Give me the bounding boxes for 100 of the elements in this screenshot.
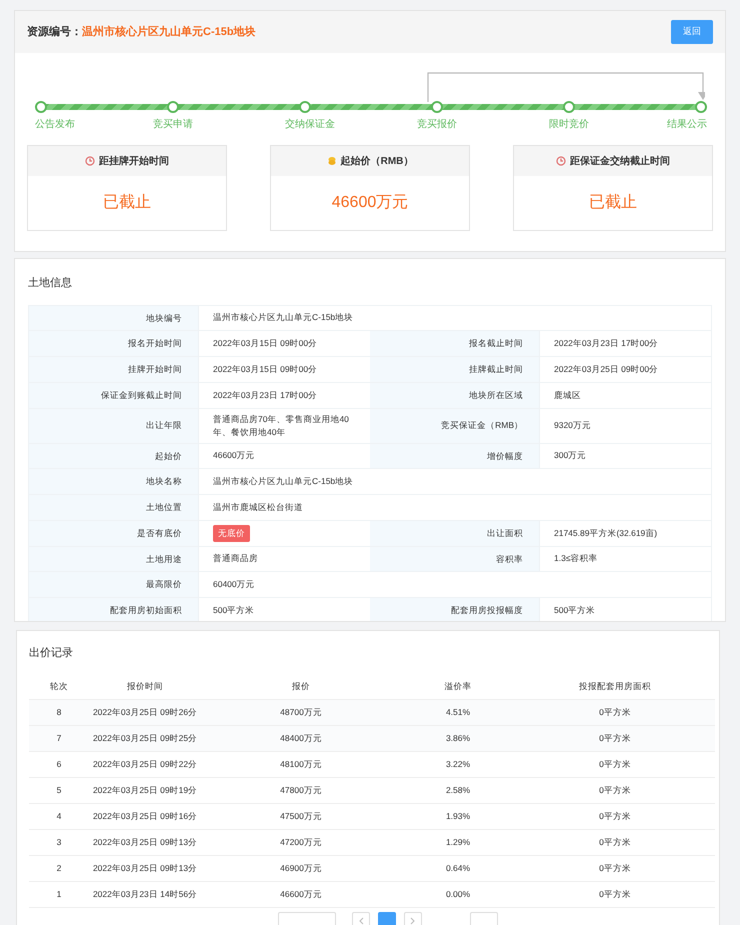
table-cell: 0.64%	[401, 856, 515, 882]
table-cell: 47500万元	[201, 804, 401, 830]
table-cell: 47200万元	[201, 830, 401, 856]
table-cell: 3	[29, 830, 89, 856]
field-label: 地块名称	[29, 469, 199, 494]
column-header: 报价时间	[89, 674, 201, 700]
field-label: 保证金到账截止时间	[29, 382, 199, 408]
field-value: 鹿城区	[554, 388, 581, 402]
table-cell: 7	[29, 726, 89, 752]
table-cell: 1.29%	[401, 830, 515, 856]
next-page-button[interactable]	[404, 912, 422, 925]
column-header: 报价	[201, 674, 401, 700]
table-cell: 48100万元	[201, 752, 401, 778]
page-input-field[interactable]	[470, 912, 498, 925]
field-label: 配套用房初始面积	[29, 598, 199, 621]
table-cell: 0.00%	[401, 882, 515, 908]
table-cell: 2022年03月25日 09时22分	[89, 752, 201, 778]
step-label: 交纳保证金	[285, 118, 335, 132]
table-cell: 0平方米	[515, 752, 715, 778]
field-value: 温州市核心片区九山单元C-15b地块	[213, 475, 354, 488]
step-label: 结果公示	[667, 118, 707, 132]
field-label: 容积率	[370, 546, 540, 572]
field-value: 普通商品房	[213, 552, 258, 566]
field-label: 出让年限	[29, 408, 199, 442]
table-cell: 4.51%	[401, 700, 515, 726]
field-value: 2022年03月25日 09时00分	[554, 362, 658, 376]
table-cell: 0平方米	[515, 856, 715, 882]
field-value: 60400万元	[213, 578, 255, 592]
clock-icon	[556, 156, 566, 166]
card-value: 已截止	[103, 192, 151, 213]
table-cell: 2022年03月25日 09时19分	[89, 778, 201, 804]
section-title: 出价记录	[29, 646, 74, 661]
table-cell: 48700万元	[201, 700, 401, 726]
field-label: 最高限价	[29, 572, 199, 597]
table-cell: 3.86%	[401, 726, 515, 752]
field-label: 是否有底价	[29, 520, 199, 546]
step-label: 限时竞价	[549, 118, 589, 132]
table-cell: 48400万元	[201, 726, 401, 752]
field-label: 配套用房投报幅度	[370, 598, 540, 621]
card-value: 已截止	[589, 192, 637, 213]
table-cell: 2.58%	[401, 778, 515, 804]
table-cell: 0平方米	[515, 882, 715, 908]
table-cell: 2022年03月25日 09时16分	[89, 804, 201, 830]
field-value: 2022年03月23日 17时00分	[213, 388, 318, 402]
previous-page-button[interactable]	[352, 912, 370, 925]
resource-label: 资源编号：	[27, 24, 82, 40]
field-label: 报名截止时间	[370, 331, 540, 356]
field-label: 地块编号	[29, 306, 199, 330]
table-cell: 0平方米	[515, 726, 715, 752]
step-label: 竞买报价	[417, 118, 457, 132]
field-label: 挂牌开始时间	[29, 357, 199, 382]
no-reserve-badge: 无底价	[213, 524, 250, 542]
resource-value: 温州市核心片区九山单元C-15b地块	[82, 24, 256, 40]
table-cell: 47800万元	[201, 778, 401, 804]
table-cell: 2022年03月23日 14时56分	[89, 882, 201, 908]
field-value: 500平方米	[213, 604, 254, 617]
table-cell: 5	[29, 778, 89, 804]
field-value: 500平方米	[554, 604, 596, 617]
table-cell: 6	[29, 752, 89, 778]
step-label: 公告发布	[35, 118, 75, 132]
card-value: 46600万元	[332, 193, 408, 213]
field-value: 1.3≤容积率	[554, 552, 598, 566]
field-value: 2022年03月23日 17时00分	[554, 337, 658, 350]
table-cell: 0平方米	[515, 830, 715, 856]
field-value: 300万元	[554, 449, 586, 462]
coin-stack-icon	[326, 156, 337, 166]
table-cell: 2022年03月25日 09时13分	[89, 856, 201, 882]
card-title: 起始价（RMB）	[340, 154, 414, 168]
chevron-right-icon	[410, 917, 416, 925]
loop-arrow-icon	[427, 72, 705, 102]
table-cell: 46600万元	[201, 882, 401, 908]
page-size-select[interactable]	[278, 912, 336, 925]
field-value: 普通商品房70年、零售商业用地40年、餐饮用地40年	[213, 412, 350, 438]
table-cell: 0平方米	[515, 804, 715, 830]
column-header: 投报配套用房面积	[515, 674, 715, 700]
section-title: 土地信息	[28, 276, 73, 291]
back-button[interactable]: 返回	[671, 20, 713, 44]
field-value: 温州市核心片区九山单元C-15b地块	[213, 311, 354, 324]
step-label: 竞买申请	[153, 118, 193, 132]
field-label: 挂牌截止时间	[370, 357, 540, 382]
table-cell: 4	[29, 804, 89, 830]
field-value: 46600万元	[213, 449, 255, 462]
field-label: 出让面积	[370, 520, 540, 546]
page-button[interactable]	[378, 912, 396, 925]
table-cell: 1	[29, 882, 89, 908]
table-cell: 1.93%	[401, 804, 515, 830]
table-cell: 3.22%	[401, 752, 515, 778]
field-label: 竞买保证金（RMB）	[370, 408, 540, 442]
table-cell: 0平方米	[515, 700, 715, 726]
column-header: 轮次	[29, 674, 89, 700]
table-cell: 2022年03月25日 09时26分	[89, 700, 201, 726]
field-label: 地块所在区域	[370, 382, 540, 408]
column-header: 溢价率	[401, 674, 515, 700]
card-title: 距保证金交纳截止时间	[570, 154, 670, 168]
table-cell: 0平方米	[515, 778, 715, 804]
field-label: 增价幅度	[370, 444, 540, 468]
field-value: 2022年03月15日 09时00分	[213, 362, 318, 376]
field-label: 土地位置	[29, 495, 199, 520]
field-label: 起始价	[29, 444, 199, 468]
table-cell: 2022年03月25日 09时25分	[89, 726, 201, 752]
